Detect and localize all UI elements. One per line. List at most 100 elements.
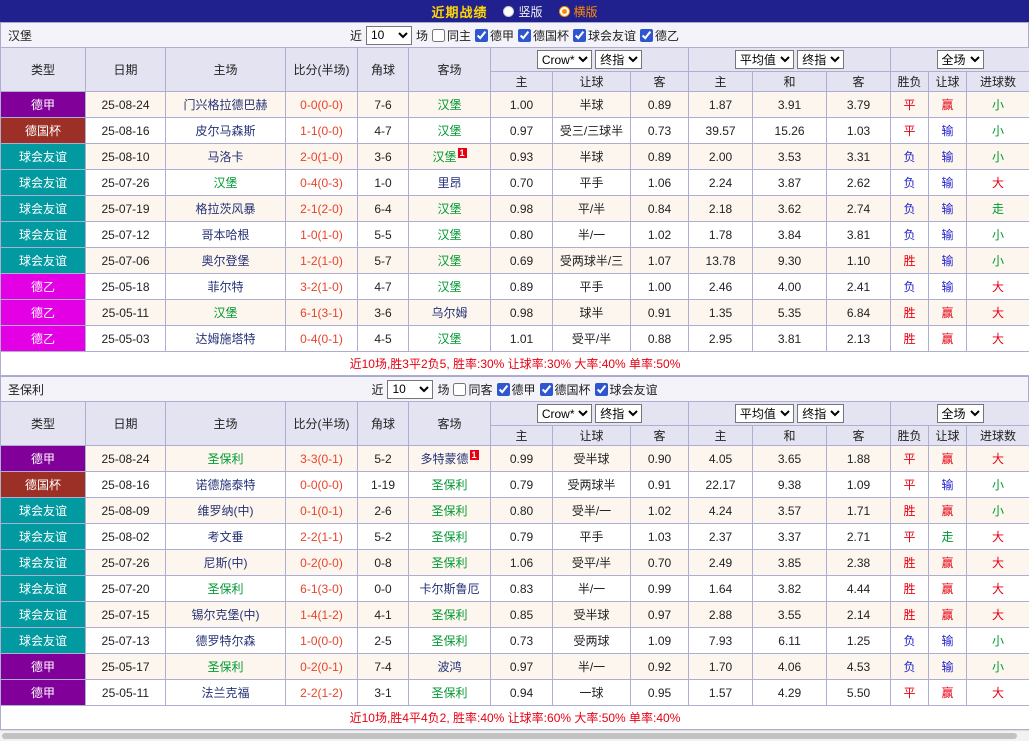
home-team[interactable]: 马洛卡 [166,144,286,170]
score[interactable]: 0-0(0-0) [286,92,358,118]
away-team[interactable]: 圣保利 [409,498,491,524]
team-link[interactable]: 汉堡 [213,176,237,190]
league-checkbox[interactable] [540,383,553,396]
recent-count-select[interactable]: 10 [366,26,412,45]
odds-company-select[interactable]: Crow* [537,404,592,423]
scope-select[interactable]: 全场 [937,404,984,423]
league-filter[interactable]: 球会友谊 [595,381,658,398]
league-filter[interactable]: 德甲 [497,381,536,398]
home-team[interactable]: 门兴格拉德巴赫 [166,92,286,118]
team-link[interactable]: 法兰克福 [201,686,249,700]
league-checkbox[interactable] [518,29,531,42]
away-team[interactable]: 汉堡 [409,92,491,118]
score[interactable]: 1-0(1-0) [286,222,358,248]
league-filter[interactable]: 德乙 [640,27,679,44]
layout-option-vertical[interactable]: 竖版 [503,3,542,20]
home-team[interactable]: 圣保利 [166,446,286,472]
away-team[interactable]: 乌尔姆 [409,300,491,326]
team-link[interactable]: 圣保利 [431,686,467,700]
away-team[interactable]: 汉堡 [409,274,491,300]
team-link[interactable]: 维罗纳(中) [198,504,254,518]
score[interactable]: 0-4(0-1) [286,326,358,352]
team-link[interactable]: 格拉茨风暴 [195,202,255,216]
away-team[interactable]: 圣保利 [409,602,491,628]
home-team[interactable]: 法兰克福 [166,680,286,706]
away-team[interactable]: 圣保利 [409,472,491,498]
score[interactable]: 0-2(0-0) [286,550,358,576]
average-stage-select[interactable]: 终指 [797,50,844,69]
team-link[interactable]: 汉堡 [437,98,461,112]
score[interactable]: 0-4(0-3) [286,170,358,196]
odds-stage-select[interactable]: 终指 [595,50,642,69]
team-link[interactable]: 达姆施塔特 [195,332,255,346]
score[interactable]: 2-2(1-1) [286,524,358,550]
same-venue-checkbox[interactable] [432,29,445,42]
home-team[interactable]: 圣保利 [166,576,286,602]
same-venue-filter[interactable]: 同主 [432,27,471,44]
team-link[interactable]: 德罗特尔森 [195,634,255,648]
same-venue-filter[interactable]: 同客 [453,381,492,398]
team-link[interactable]: 汉堡 [213,306,237,320]
score[interactable]: 2-0(1-0) [286,144,358,170]
team-link[interactable]: 里昂 [437,176,461,190]
team-link[interactable]: 汉堡 [437,332,461,346]
same-venue-checkbox[interactable] [453,383,466,396]
away-team[interactable]: 汉堡 [409,326,491,352]
team-link[interactable]: 菲尔特 [207,280,243,294]
league-filter[interactable]: 德国杯 [518,27,569,44]
league-checkbox[interactable] [595,383,608,396]
team-link[interactable]: 圣保利 [431,504,467,518]
home-team[interactable]: 锡尔克堡(中) [166,602,286,628]
team-link[interactable]: 马洛卡 [207,150,243,164]
team-link[interactable]: 奥尔登堡 [201,254,249,268]
home-team[interactable]: 达姆施塔特 [166,326,286,352]
league-filter[interactable]: 德国杯 [540,381,591,398]
recent-count-select[interactable]: 10 [387,380,433,399]
home-team[interactable]: 诺德施泰特 [166,472,286,498]
home-team[interactable]: 维罗纳(中) [166,498,286,524]
team-link[interactable]: 卡尔斯鲁厄 [419,582,479,596]
team-link[interactable]: 波鸿 [437,660,461,674]
home-team[interactable]: 奥尔登堡 [166,248,286,274]
home-team[interactable]: 菲尔特 [166,274,286,300]
team-link[interactable]: 乌尔姆 [431,306,467,320]
away-team[interactable]: 汉堡 [409,118,491,144]
scrollbar-thumb[interactable] [2,733,1017,739]
league-checkbox[interactable] [640,29,653,42]
team-link[interactable]: 汉堡 [437,124,461,138]
away-team[interactable]: 汉堡1 [409,144,491,170]
away-team[interactable]: 多特蒙德1 [409,446,491,472]
home-team[interactable]: 汉堡 [166,300,286,326]
away-team[interactable]: 汉堡 [409,222,491,248]
team-link[interactable]: 门兴格拉德巴赫 [183,98,267,112]
team-link[interactable]: 圣保利 [431,556,467,570]
league-filter[interactable]: 德甲 [475,27,514,44]
scope-select[interactable]: 全场 [937,50,984,69]
score[interactable]: 6-1(3-0) [286,576,358,602]
team-link[interactable]: 诺德施泰特 [195,478,255,492]
team-link[interactable]: 尼斯(中) [204,556,248,570]
odds-company-select[interactable]: Crow* [537,50,592,69]
team-link[interactable]: 哥本哈根 [201,228,249,242]
home-team[interactable]: 德罗特尔森 [166,628,286,654]
home-team[interactable]: 尼斯(中) [166,550,286,576]
away-team[interactable]: 圣保利 [409,628,491,654]
home-team[interactable]: 圣保利 [166,654,286,680]
team-link[interactable]: 考文垂 [207,530,243,544]
average-select[interactable]: 平均值 [735,404,794,423]
score[interactable]: 3-2(1-0) [286,274,358,300]
team-link[interactable]: 锡尔克堡(中) [192,608,260,622]
home-team[interactable]: 汉堡 [166,170,286,196]
score[interactable]: 1-2(1-0) [286,248,358,274]
home-team[interactable]: 考文垂 [166,524,286,550]
score[interactable]: 2-1(2-0) [286,196,358,222]
away-team[interactable]: 卡尔斯鲁厄 [409,576,491,602]
average-stage-select[interactable]: 终指 [797,404,844,423]
team-link[interactable]: 汉堡 [437,202,461,216]
odds-stage-select[interactable]: 终指 [595,404,642,423]
score[interactable]: 1-4(1-2) [286,602,358,628]
league-filter[interactable]: 球会友谊 [573,27,636,44]
score[interactable]: 0-1(0-1) [286,498,358,524]
score[interactable]: 6-1(3-1) [286,300,358,326]
team-link[interactable]: 皮尔马森斯 [195,124,255,138]
